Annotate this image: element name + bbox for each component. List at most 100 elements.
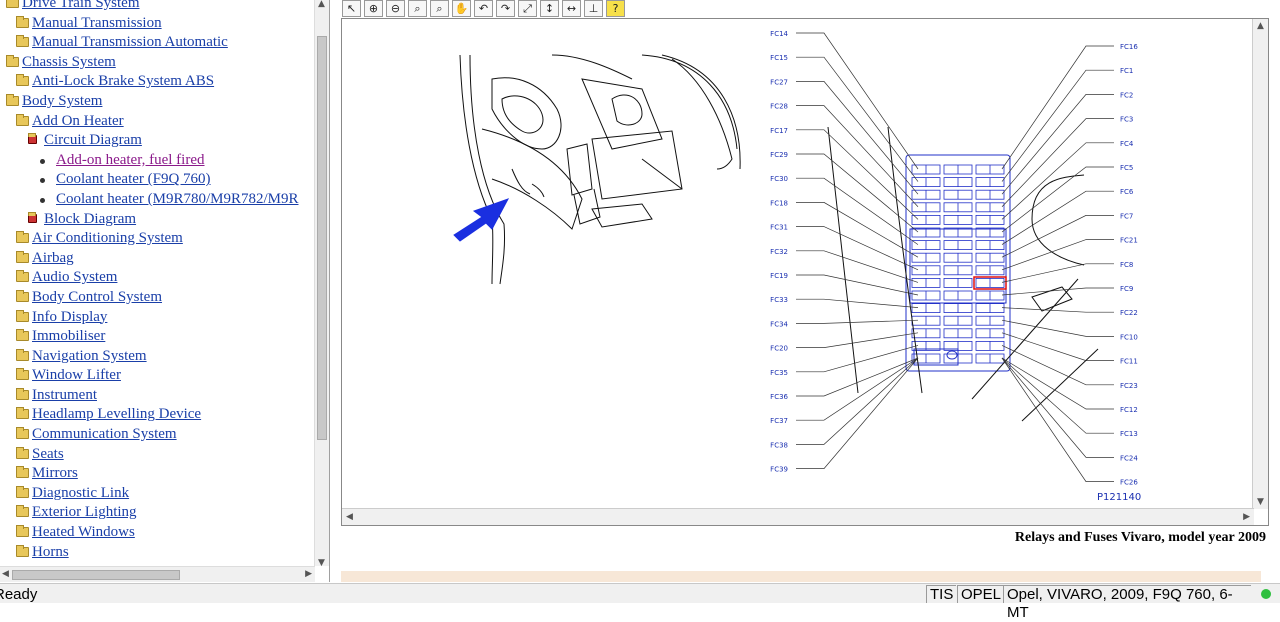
tree-item-label[interactable]: Communication System [32,425,177,445]
scroll-right-arrow-icon[interactable]: ▶ [305,569,312,579]
tree-item-label[interactable]: Horns [32,543,69,563]
tree-item[interactable]: Block Diagram [0,210,315,230]
diagram-horizontal-scrollbar[interactable]: ◀ ▶ [342,508,1254,525]
tree-item[interactable]: Immobiliser [0,327,315,347]
fuse-label: FC14 [770,30,788,38]
tree-item[interactable]: Airbag [0,249,315,269]
tree-item-label[interactable]: Manual Transmission [32,14,162,34]
diagram-viewer[interactable]: FC14 FC15 FC27 FC28 FC17 FC29 FC30 FC18 FC31 FC32… [341,18,1269,526]
tree-item[interactable]: Anti-Lock Brake System ABS [0,72,315,92]
tree-item-label[interactable]: Drive Train System [22,0,140,14]
measure-tool-icon[interactable]: ⊥ [584,0,603,17]
bullet-icon [40,178,45,184]
tree-item-label[interactable]: Heated Windows [32,523,135,543]
tree-item-label[interactable]: Add On Heater [32,112,124,132]
tree-item-label[interactable]: Airbag [32,249,74,269]
tree-item-label[interactable]: Audio System [32,268,117,288]
zoom-in-tool-icon[interactable]: ⊕ [364,0,383,17]
fuse-label: FC7 [1120,212,1133,220]
status-system: TIS [926,585,957,603]
tree-item[interactable]: Heated Windows [0,523,315,543]
scroll-left-arrow-icon[interactable]: ◀ [2,569,9,579]
tree-item-label[interactable]: Air Conditioning System [32,229,183,249]
tree-item-label[interactable]: Coolant heater (M9R780/M9R782/M9R [56,190,299,210]
tree-vertical-scrollbar[interactable]: ▲ ▼ [314,0,329,568]
tree-item-label[interactable]: Manual Transmission Automatic [32,33,228,53]
rotate-right-tool-icon[interactable]: ↷ [496,0,515,17]
tree-item[interactable]: Mirrors [0,464,315,484]
diagram-vertical-scrollbar[interactable]: ▲ ▼ [1252,19,1268,509]
tree-item-label[interactable]: Coolant heater (F9Q 760) [56,170,211,190]
tree-vertical-scroll-thumb[interactable] [317,36,327,440]
diagram-scroll-right-icon[interactable]: ▶ [1243,512,1250,522]
tree-item-label[interactable]: Seats [32,445,64,465]
fuse-label: FC29 [770,151,788,159]
tree-item-label[interactable]: Add-on heater, fuel fired [56,151,205,171]
tree-item[interactable]: Info Display [0,308,315,328]
dashboard-illustration [459,54,741,285]
tree-item[interactable]: Horns [0,543,315,563]
tree-item-label[interactable]: Anti-Lock Brake System ABS [32,72,214,92]
tree-item-label[interactable]: Immobiliser [32,327,105,347]
tree-item-label[interactable]: Diagnostic Link [32,484,129,504]
diagram-scroll-down-icon[interactable]: ▼ [1257,497,1264,507]
tree-horizontal-scroll-thumb[interactable] [12,570,180,580]
tree-item[interactable]: Seats [0,445,315,465]
tree-item[interactable]: Add-on heater, fuel fired [0,151,315,171]
scroll-down-arrow-icon[interactable]: ▼ [318,558,325,568]
tree-item[interactable]: Air Conditioning System [0,229,315,249]
tree-item-label[interactable]: Exterior Lighting [32,503,137,523]
fuse-label: FC5 [1120,164,1133,172]
help-tool-icon[interactable]: ? [606,0,625,17]
zoom-out-tool-icon[interactable]: ⊖ [386,0,405,17]
tree-item[interactable]: Exterior Lighting [0,503,315,523]
tree-item-label[interactable]: Info Display [32,308,107,328]
fit-height-tool-icon[interactable]: ↕ [540,0,559,17]
fit-width-tool-icon[interactable]: ↔ [562,0,581,17]
pan-hand-tool-icon[interactable]: ✋ [452,0,471,17]
diagram-scroll-up-icon[interactable]: ▲ [1257,21,1264,31]
leader-line [796,357,919,421]
tree-item[interactable]: Add On Heater [0,112,315,132]
tree-item[interactable]: Communication System [0,425,315,445]
tree-item-label[interactable]: Chassis System [22,53,116,73]
tree-item-label[interactable]: Window Lifter [32,366,121,386]
tree-item[interactable]: Diagnostic Link [0,484,315,504]
tree-horizontal-scrollbar[interactable]: ◀ ▶ [0,566,315,582]
tree-item-label[interactable]: Navigation System [32,347,147,367]
tree-item[interactable]: Circuit Diagram [0,131,315,151]
fuse-label: FC1 [1120,67,1133,75]
scroll-up-arrow-icon[interactable]: ▲ [318,0,325,9]
zoom-fit-tool-icon[interactable]: ⌕ [430,0,449,17]
tree-item[interactable]: Navigation System [0,347,315,367]
folder-icon [16,485,29,498]
rotate-left-tool-icon[interactable]: ↶ [474,0,493,17]
folder-icon [16,15,29,28]
tree-item-label[interactable]: Mirrors [32,464,78,484]
leader-line [796,332,919,348]
tree-item[interactable]: Chassis System [0,53,315,73]
tree-item[interactable]: Drive Train System [0,0,315,14]
tree-item-label[interactable]: Block Diagram [44,210,136,230]
tree-item-label[interactable]: Body System [22,92,102,112]
tree-item-label[interactable]: Circuit Diagram [44,131,142,151]
zoom-area-tool-icon[interactable]: ⌕ [408,0,427,17]
tree-item[interactable]: Body Control System [0,288,315,308]
tree-item[interactable]: Instrument [0,386,315,406]
tree-item[interactable]: Coolant heater (F9Q 760) [0,170,315,190]
select-arrow-tool-icon[interactable]: ↖ [342,0,361,17]
tree-item-label[interactable]: Headlamp Levelling Device [32,405,201,425]
tree-item-label[interactable]: Body Control System [32,288,162,308]
tree-item[interactable]: Audio System [0,268,315,288]
folder-icon [16,368,29,381]
tree-item-label[interactable]: Instrument [32,386,97,406]
tree-item[interactable]: Coolant heater (M9R780/M9R782/M9R [0,190,315,210]
tree-item[interactable]: Headlamp Levelling Device [0,405,315,425]
tree-item[interactable]: Window Lifter [0,366,315,386]
fit-window-tool-icon[interactable]: ⤢ [518,0,537,17]
tree-item[interactable]: Manual Transmission [0,14,315,34]
status-vehicle: Opel, VIVARO, 2009, F9Q 760, 6-MT [1003,585,1251,621]
tree-item[interactable]: Manual Transmission Automatic [0,33,315,53]
diagram-scroll-left-icon[interactable]: ◀ [346,512,353,522]
tree-item[interactable]: Body System [0,92,315,112]
